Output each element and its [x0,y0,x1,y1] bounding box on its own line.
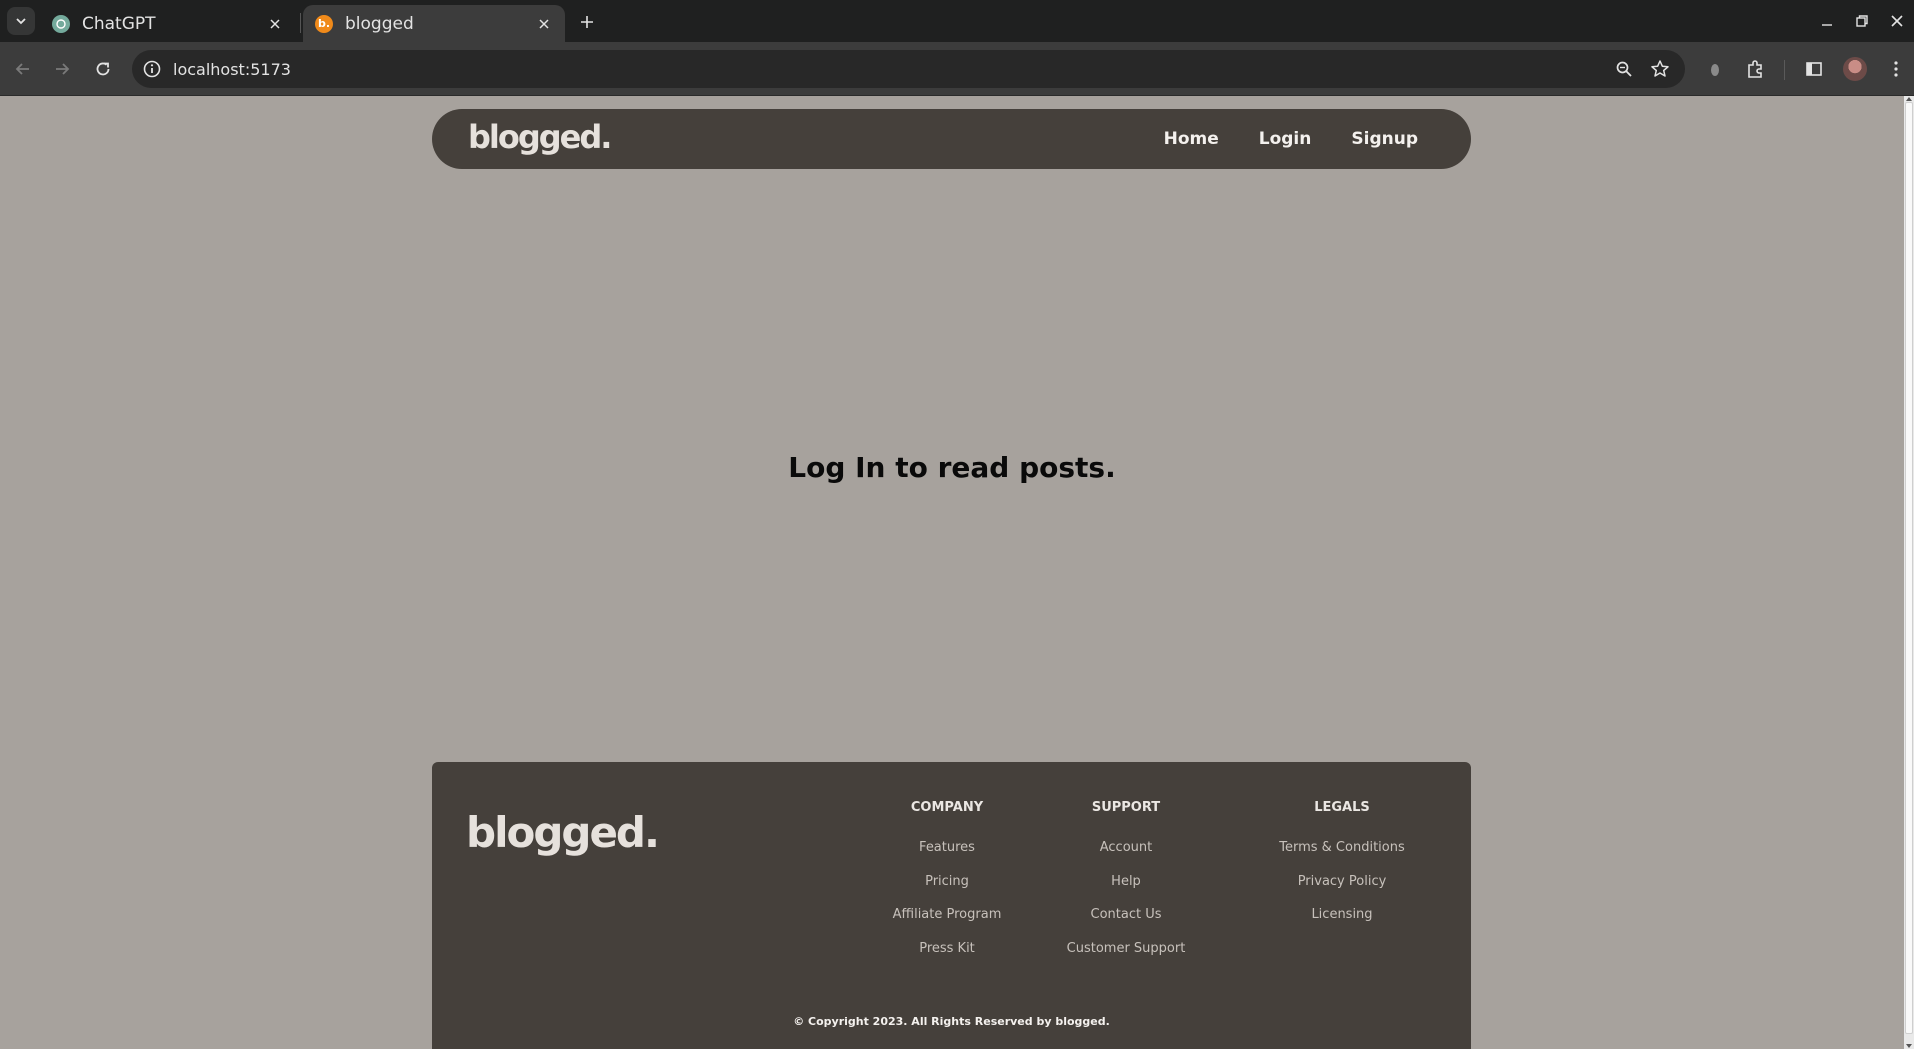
page-scrollbar[interactable] [1904,96,1914,1049]
minimize-icon [1822,24,1832,26]
forward-button[interactable] [47,54,77,84]
nav-link-login[interactable]: Login [1259,129,1312,149]
footer-logo[interactable]: blogged. [466,808,660,857]
extension-bug-icon[interactable] [1703,57,1727,81]
footer-link-privacy-policy[interactable]: Privacy Policy [1258,874,1426,908]
nav-links: Home Login Signup [1164,109,1418,169]
tab-search-button[interactable] [7,7,35,35]
tab-title: blogged [345,13,414,34]
footer-link-help[interactable]: Help [1038,874,1214,908]
side-panel-icon[interactable] [1802,57,1826,81]
footer-column-legals: LEGALS Terms & Conditions Privacy Policy… [1258,800,1426,941]
footer-link-pricing[interactable]: Pricing [872,874,1022,908]
site-navbar: blogged. Home Login Signup [432,109,1471,169]
footer-link-contact-us[interactable]: Contact Us [1038,907,1214,941]
toolbar-separator [1784,60,1785,80]
restore-button[interactable] [1849,8,1875,34]
new-tab-button[interactable] [573,8,601,36]
close-icon[interactable] [266,15,284,33]
tab-chatgpt[interactable]: ChatGPT [40,5,296,42]
footer-column-company: COMPANY Features Pricing Affiliate Progr… [872,800,1022,974]
site-logo[interactable]: blogged. [468,118,612,156]
plus-icon [581,16,593,28]
bookmark-star-icon[interactable] [1649,58,1671,80]
zoom-icon[interactable] [1613,58,1635,80]
scrollbar-thumb[interactable] [1905,102,1913,1034]
login-prompt-message: Log In to read posts. [788,451,1116,484]
minimize-button[interactable] [1814,8,1840,34]
address-bar[interactable]: localhost:5173 [132,50,1685,88]
footer-link-affiliate-program[interactable]: Affiliate Program [872,907,1022,941]
copyright-text: © Copyright 2023. All Rights Reserved by… [793,1015,1110,1028]
extensions-puzzle-icon[interactable] [1743,57,1767,81]
reload-button[interactable] [88,54,118,84]
close-window-button[interactable] [1884,8,1910,34]
footer-column-support: SUPPORT Account Help Contact Us Customer… [1038,800,1214,974]
chevron-down-icon [16,18,26,25]
tab-strip: ChatGPT b. blogged [0,0,1914,42]
tab-separator [300,13,301,33]
footer-link-customer-support[interactable]: Customer Support [1038,941,1214,975]
nav-link-home[interactable]: Home [1164,129,1219,149]
arrow-right-icon [56,63,70,75]
footer-heading: SUPPORT [1091,800,1161,815]
more-vertical-icon[interactable] [1884,57,1908,81]
site-footer: blogged. COMPANY Features Pricing Affili… [432,762,1471,1049]
url-text[interactable]: localhost:5173 [173,60,291,79]
browser-toolbar: localhost:5173 [0,42,1914,96]
back-button[interactable] [8,54,38,84]
scroll-down-arrow-icon[interactable] [1905,1043,1913,1049]
openai-favicon-icon [52,14,70,33]
close-icon [1891,15,1903,27]
tab-title: ChatGPT [82,13,156,34]
footer-link-licensing[interactable]: Licensing [1258,907,1426,941]
page-viewport: blogged. Home Login Signup Log In to rea… [0,96,1904,1049]
footer-link-press-kit[interactable]: Press Kit [872,941,1022,975]
profile-avatar[interactable] [1843,57,1867,81]
info-icon[interactable] [142,59,162,79]
arrow-left-icon [15,63,29,75]
close-icon[interactable] [535,15,553,33]
restore-icon [1856,15,1868,27]
footer-link-account[interactable]: Account [1038,840,1214,874]
tab-blogged[interactable]: b. blogged [303,5,565,42]
reload-icon [96,62,110,76]
blogged-favicon-icon: b. [315,14,333,33]
footer-link-features[interactable]: Features [872,840,1022,874]
nav-link-signup[interactable]: Signup [1351,129,1418,149]
footer-link-terms[interactable]: Terms & Conditions [1258,840,1426,874]
footer-heading: COMPANY [910,800,984,815]
footer-heading: LEGALS [1314,800,1370,815]
